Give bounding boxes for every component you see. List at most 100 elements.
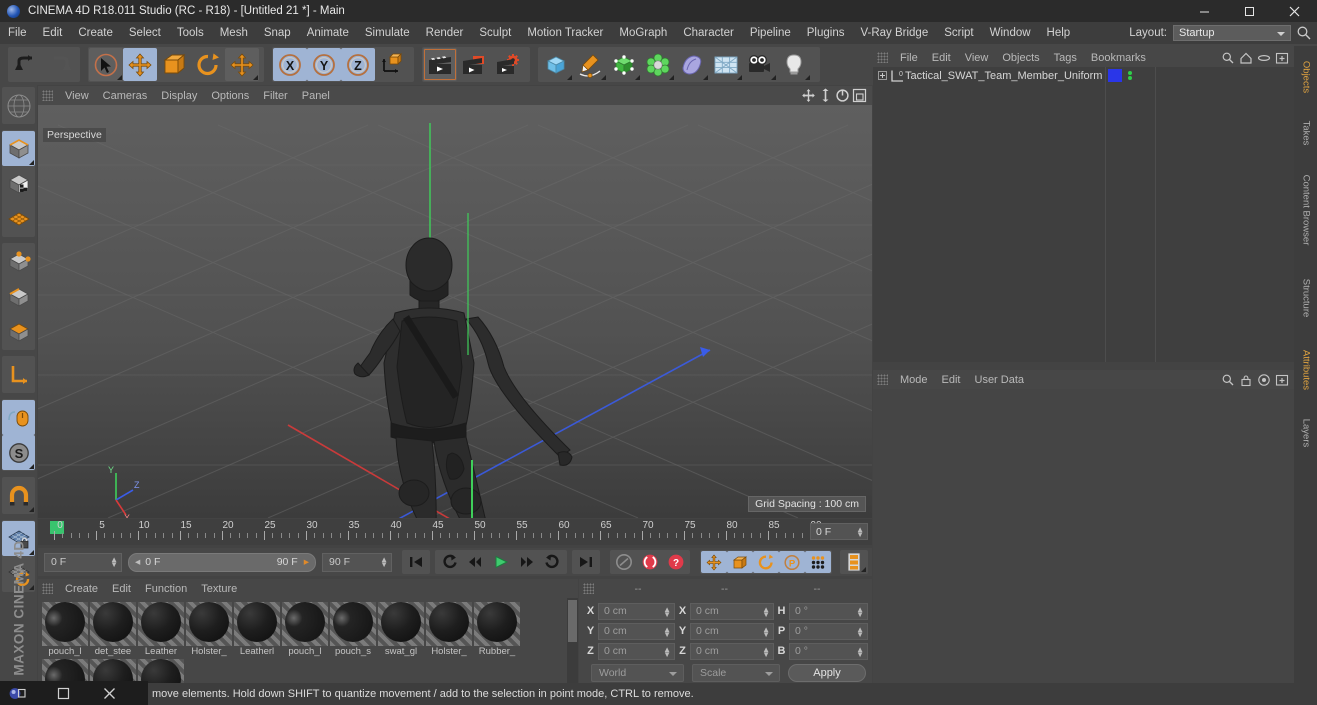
search-icon[interactable] <box>1221 373 1235 387</box>
menu-snap[interactable]: Snap <box>256 22 299 44</box>
add-environment-object[interactable] <box>709 48 743 81</box>
material-swatch[interactable]: pouch_l <box>42 600 88 657</box>
frame-range-slider[interactable]: ◂ 0 F 90 F ▸ <box>128 552 316 572</box>
material-swatch[interactable]: swat_gl <box>378 600 424 657</box>
material-menu-create[interactable]: Create <box>58 583 105 595</box>
position-key-toggle[interactable] <box>701 551 727 573</box>
window-icon[interactable] <box>46 681 80 705</box>
object-menu-file[interactable]: File <box>893 52 925 64</box>
lock-icon[interactable] <box>1239 373 1253 387</box>
close-icon[interactable] <box>92 681 126 705</box>
scale-tool[interactable] <box>157 48 191 81</box>
coord-size-x-input[interactable]: 0 cm ▲ ▼ <box>690 602 774 620</box>
step-forward-button[interactable] <box>514 551 540 573</box>
rotate-tool[interactable] <box>191 48 225 81</box>
workplane-tool[interactable]: S <box>2 435 35 470</box>
menu-window[interactable]: Window <box>982 22 1039 44</box>
y-axis-lock[interactable]: Y <box>307 48 341 81</box>
dock-tab-takes[interactable]: Takes <box>1294 109 1317 157</box>
step-back-button[interactable] <box>462 551 488 573</box>
pan-icon[interactable] <box>801 88 816 103</box>
add-camera-object[interactable] <box>743 48 777 81</box>
material-list[interactable]: pouch_l det_stee Leather Holster_ Leatherl po… <box>38 598 578 684</box>
stepper-icon[interactable]: ▲ ▼ <box>856 625 864 638</box>
material-swatch[interactable]: pouch_l <box>282 600 328 657</box>
points-mode-tool[interactable] <box>2 244 35 279</box>
add-layer-icon[interactable] <box>1275 51 1289 65</box>
add-scene-object[interactable] <box>675 48 709 81</box>
magnet-tool[interactable] <box>2 478 35 513</box>
material-swatch[interactable] <box>138 657 184 684</box>
menu-select[interactable]: Select <box>121 22 169 44</box>
attributes-menu-user-data[interactable]: User Data <box>968 374 1032 386</box>
material-menu-edit[interactable]: Edit <box>105 583 138 595</box>
move-axis-tool[interactable] <box>225 48 259 81</box>
coord-pos-x-input[interactable]: 0 cm ▲ ▼ <box>598 602 676 620</box>
coord-pos-y-input[interactable]: 0 cm ▲ ▼ <box>598 622 676 640</box>
menu-tools[interactable]: Tools <box>169 22 212 44</box>
attributes-menu-edit[interactable]: Edit <box>935 374 968 386</box>
dock-tab-objects[interactable]: Objects <box>1294 46 1317 108</box>
go-to-end-button[interactable] <box>573 551 599 573</box>
panel-grip-icon[interactable] <box>583 583 594 594</box>
material-swatch[interactable]: Leather <box>138 600 184 657</box>
material-swatch[interactable] <box>42 657 88 684</box>
render-settings-button[interactable] <box>491 48 525 81</box>
texture-mode-tool[interactable] <box>2 201 35 236</box>
add-cube-object[interactable] <box>539 48 573 81</box>
menu-vray-bridge[interactable]: V-Ray Bridge <box>852 22 936 44</box>
undo-button[interactable] <box>9 48 43 81</box>
panel-grip-icon[interactable] <box>877 374 888 385</box>
viewport-canvas[interactable]: Perspective Y Z X Grid Spacing: 100 cm <box>38 105 872 518</box>
stepper-icon[interactable]: ▲ ▼ <box>663 645 671 658</box>
attributes-menu-mode[interactable]: Mode <box>893 374 935 386</box>
go-to-start-button[interactable] <box>403 551 429 573</box>
polygons-mode-tool[interactable] <box>2 314 35 349</box>
undo-view-tool[interactable] <box>2 88 35 123</box>
timeline-frame-field[interactable]: 0 F ▲ ▼ <box>810 523 868 540</box>
play-reverse-loop-button[interactable] <box>436 551 462 573</box>
object-menu-view[interactable]: View <box>958 52 996 64</box>
coord-rot-b-input[interactable]: 0 ° ▲ ▼ <box>789 642 869 660</box>
stepper-icon[interactable]: ▲ ▼ <box>762 645 770 658</box>
material-swatch[interactable]: pouch_s <box>330 600 376 657</box>
dock-tab-attributes[interactable]: Attributes <box>1294 334 1317 406</box>
target-icon[interactable] <box>1257 373 1271 387</box>
viewport-menu-cameras[interactable]: Cameras <box>96 90 155 102</box>
menu-render[interactable]: Render <box>418 22 472 44</box>
rotation-key-toggle[interactable] <box>753 551 779 573</box>
enable-snap-tool[interactable] <box>2 400 35 435</box>
play-button[interactable] <box>488 551 514 573</box>
material-swatch[interactable]: Holster_ <box>186 600 232 657</box>
record-keyframe-selection-button[interactable]: ? <box>663 551 689 573</box>
material-swatch[interactable] <box>90 657 136 684</box>
menu-script[interactable]: Script <box>936 22 981 44</box>
search-icon[interactable] <box>1295 24 1313 42</box>
move-tool[interactable] <box>123 48 157 81</box>
point-level-animation-toggle[interactable] <box>805 551 831 573</box>
dock-tab-layers[interactable]: Layers <box>1294 407 1317 459</box>
world-object-coordinates[interactable] <box>375 48 409 81</box>
z-axis-lock[interactable]: Z <box>341 48 375 81</box>
stepper-icon[interactable]: ▲ ▼ <box>856 605 864 618</box>
add-spline-pen[interactable] <box>573 48 607 81</box>
redo-button[interactable] <box>43 48 77 81</box>
keyframe-mode-button[interactable] <box>841 551 867 573</box>
add-deformer-object[interactable] <box>641 48 675 81</box>
menu-mesh[interactable]: Mesh <box>212 22 256 44</box>
viewport-menu-view[interactable]: View <box>58 90 96 102</box>
stepper-icon[interactable]: ▲ ▼ <box>762 625 770 638</box>
stepper-icon[interactable]: ▲ ▼ <box>856 526 864 539</box>
object-axis-tool[interactable] <box>2 357 35 392</box>
menu-plugins[interactable]: Plugins <box>799 22 853 44</box>
object-menu-edit[interactable]: Edit <box>925 52 958 64</box>
render-region-button[interactable] <box>457 48 491 81</box>
stepper-icon[interactable]: ▲ ▼ <box>663 625 671 638</box>
edges-mode-tool[interactable] <box>2 279 35 314</box>
menu-create[interactable]: Create <box>70 22 121 44</box>
link-icon[interactable] <box>1257 51 1271 65</box>
make-editable-tool[interactable] <box>2 131 35 166</box>
coord-size-z-input[interactable]: 0 cm ▲ ▼ <box>690 642 774 660</box>
panel-grip-icon[interactable] <box>42 90 53 101</box>
coord-rot-h-input[interactable]: 0 ° ▲ ▼ <box>789 602 869 620</box>
